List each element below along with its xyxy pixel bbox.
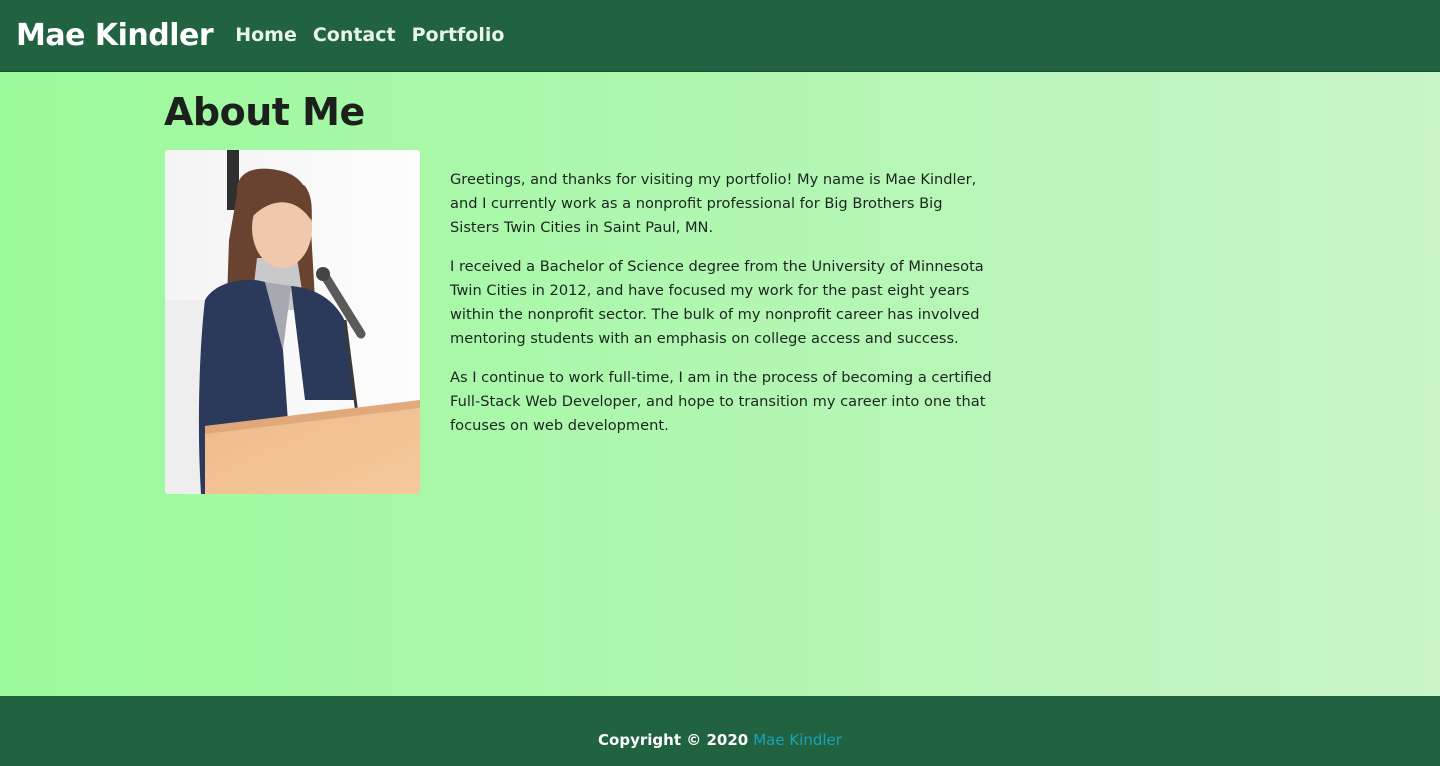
- footer: Copyright © 2020 Mae Kindler: [0, 696, 1440, 766]
- bio-paragraph: I received a Bachelor of Science degree …: [450, 258, 984, 347]
- nav-link-contact[interactable]: Contact: [313, 26, 396, 45]
- bio-text: Greetings, and thanks for visiting my po…: [450, 168, 995, 453]
- navbar: Mae Kindler Home Contact Portfolio: [0, 0, 1440, 72]
- nav-links: Home Contact Portfolio: [235, 26, 520, 45]
- profile-photo-illustration: [165, 150, 420, 494]
- nav-link-home[interactable]: Home: [235, 26, 297, 45]
- brand-link[interactable]: Mae Kindler: [16, 20, 214, 51]
- copyright-text: Copyright © 2020: [598, 731, 749, 749]
- bio-paragraph: Greetings, and thanks for visiting my po…: [450, 171, 977, 236]
- bio-paragraph: As I continue to work full-time, I am in…: [450, 369, 992, 434]
- nav-link-portfolio[interactable]: Portfolio: [412, 26, 505, 45]
- profile-photo: [165, 150, 420, 494]
- footer-author-link[interactable]: Mae Kindler: [753, 731, 842, 749]
- main-content: About Me Greetings, and thanks for visit…: [0, 72, 1440, 696]
- page-title: About Me: [164, 90, 365, 134]
